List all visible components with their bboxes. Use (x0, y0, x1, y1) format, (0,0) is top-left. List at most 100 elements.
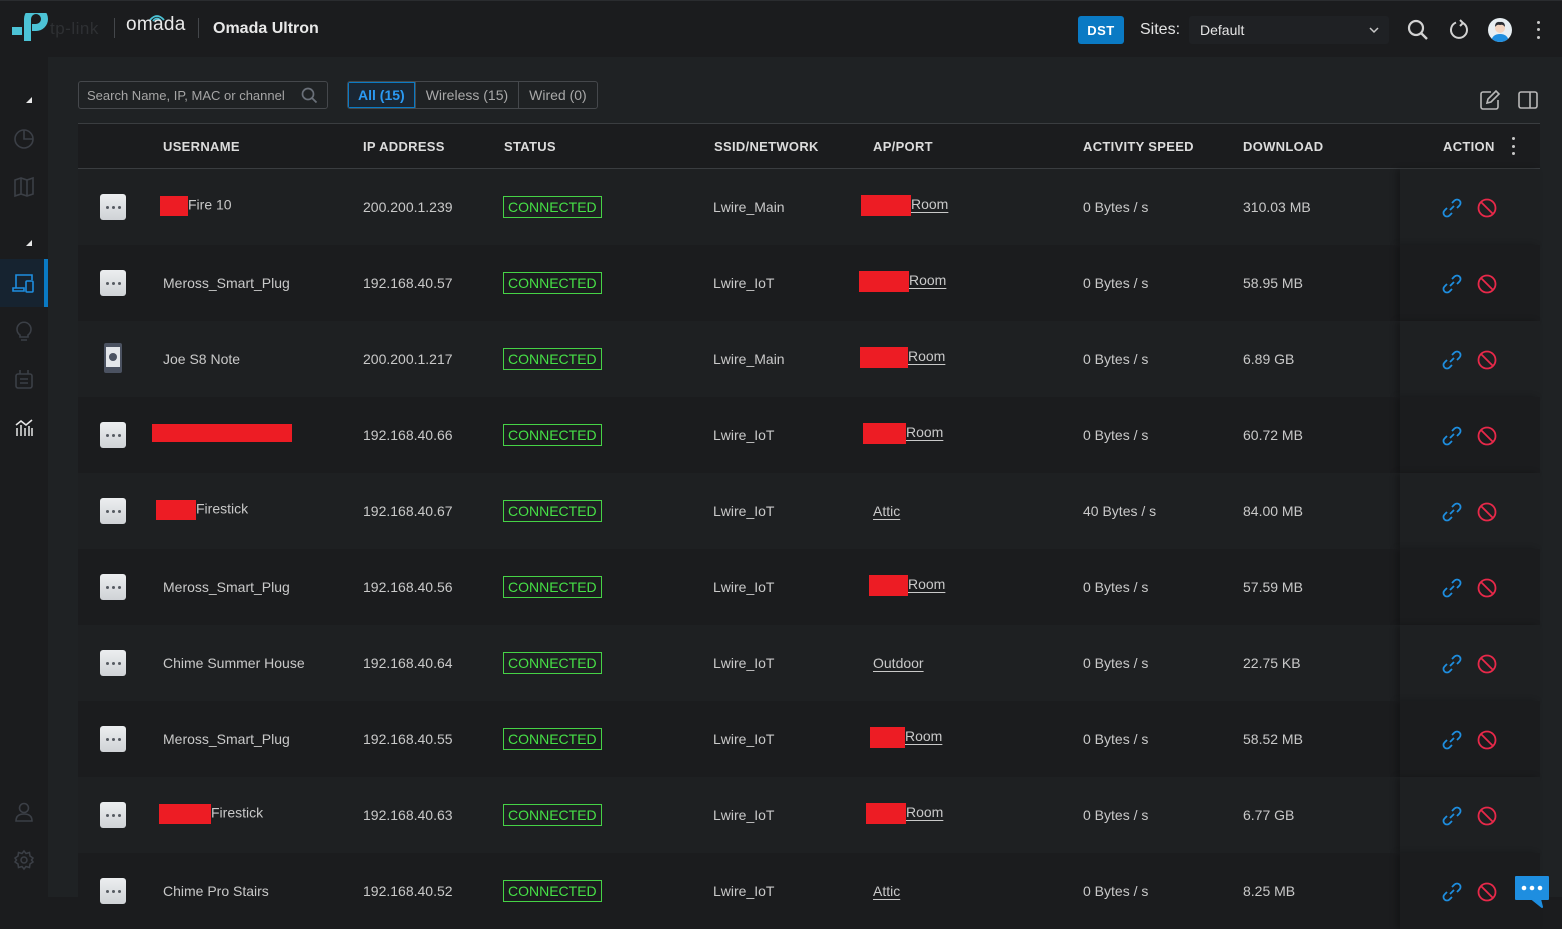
filter-wireless[interactable]: Wireless (15) (414, 82, 518, 108)
search-icon[interactable] (1406, 18, 1430, 42)
client-name[interactable]: Fire 10 (160, 196, 232, 216)
client-name[interactable]: Meross_Smart_Plug (163, 579, 290, 595)
col-status[interactable]: STATUS (504, 139, 556, 154)
link-icon[interactable] (1441, 425, 1463, 447)
sidebar-item-account[interactable] (0, 788, 48, 836)
link-icon[interactable] (1441, 577, 1463, 599)
ap-link[interactable]: Room (908, 348, 945, 364)
device-more-icon[interactable] (100, 574, 126, 600)
device-more-icon[interactable] (100, 270, 126, 296)
ap-link[interactable]: Room (906, 424, 943, 440)
client-name[interactable]: Chime Summer House (163, 655, 305, 671)
ap-link[interactable]: Outdoor (873, 655, 924, 671)
device-more-icon[interactable] (100, 650, 126, 676)
client-ap[interactable]: Room (860, 347, 945, 368)
collapse-caret-icon[interactable] (26, 97, 32, 103)
device-more-icon[interactable] (100, 802, 126, 828)
ap-link[interactable]: Room (905, 728, 942, 744)
link-icon[interactable] (1441, 729, 1463, 751)
link-icon[interactable] (1441, 197, 1463, 219)
sites-dropdown[interactable]: Default (1189, 16, 1389, 44)
table-row[interactable]: Firestick 192.168.40.67 CONNECTED Lwire_… (78, 473, 1540, 549)
link-icon[interactable] (1441, 273, 1463, 295)
block-icon[interactable] (1476, 729, 1498, 751)
client-name[interactable]: Joe S8 Note (163, 351, 240, 367)
device-more-icon[interactable] (100, 878, 126, 904)
client-name[interactable]: Firestick (156, 500, 248, 520)
client-ap[interactable]: Room (870, 727, 942, 748)
collapse-caret-icon[interactable] (26, 240, 32, 246)
client-name[interactable]: Meross_Smart_Plug (163, 731, 290, 747)
table-row[interactable]: Joe S8 Note 200.200.1.217 CONNECTED Lwir… (78, 321, 1540, 397)
ap-link[interactable]: Attic (873, 503, 900, 519)
link-icon[interactable] (1441, 501, 1463, 523)
table-row[interactable]: Firestick 192.168.40.63 CONNECTED Lwire_… (78, 777, 1540, 853)
table-row[interactable]: 192.168.40.66 CONNECTED Lwire_IoT Room 0… (78, 397, 1540, 473)
search-icon[interactable] (301, 87, 318, 104)
col-download[interactable]: DOWNLOAD (1243, 139, 1323, 154)
edit-columns-icon[interactable] (1479, 89, 1501, 111)
sidebar-item-map[interactable] (0, 163, 48, 211)
device-more-icon[interactable] (100, 726, 126, 752)
link-icon[interactable] (1441, 881, 1463, 903)
link-icon[interactable] (1441, 653, 1463, 675)
block-icon[interactable] (1476, 425, 1498, 447)
device-more-icon[interactable] (100, 422, 126, 448)
block-icon[interactable] (1476, 653, 1498, 675)
client-ap[interactable]: Room (863, 423, 943, 444)
device-more-icon[interactable] (100, 194, 126, 220)
client-ap[interactable]: Outdoor (873, 655, 924, 671)
search-box[interactable] (78, 81, 328, 109)
android-phone-icon[interactable] (104, 343, 122, 373)
client-ap[interactable]: Room (866, 803, 943, 824)
sidebar-item-clients[interactable] (0, 259, 48, 307)
table-row[interactable]: Meross_Smart_Plug 192.168.40.55 CONNECTE… (78, 701, 1540, 777)
column-options-icon[interactable] (1512, 137, 1516, 155)
table-row[interactable]: Chime Pro Stairs 192.168.40.52 CONNECTED… (78, 853, 1540, 929)
sidebar-item-dashboard[interactable] (0, 115, 48, 163)
filter-all[interactable]: All (15) (348, 82, 415, 108)
filter-wired[interactable]: Wired (0) (518, 82, 597, 108)
col-activity-speed[interactable]: ACTIVITY SPEED (1083, 139, 1194, 154)
more-menu-icon[interactable] (1530, 19, 1546, 41)
sidebar-item-insights[interactable] (0, 307, 48, 355)
client-name[interactable]: Meross_Smart_Plug (163, 275, 290, 291)
chat-support-icon[interactable] (1514, 875, 1550, 909)
sidebar-item-logs[interactable] (0, 355, 48, 403)
ap-link[interactable]: Room (911, 196, 948, 212)
block-icon[interactable] (1476, 577, 1498, 599)
search-input[interactable] (87, 87, 297, 103)
table-row[interactable]: Meross_Smart_Plug 192.168.40.57 CONNECTE… (78, 245, 1540, 321)
col-username[interactable]: USERNAME (163, 139, 240, 154)
col-ip-address[interactable]: IP ADDRESS (363, 139, 445, 154)
block-icon[interactable] (1476, 273, 1498, 295)
client-name[interactable]: Firestick (159, 804, 263, 824)
client-ap[interactable]: Attic (873, 503, 900, 519)
block-icon[interactable] (1476, 501, 1498, 523)
side-panel-icon[interactable] (1517, 89, 1539, 111)
client-ap[interactable]: Room (859, 271, 946, 292)
link-icon[interactable] (1441, 805, 1463, 827)
block-icon[interactable] (1476, 805, 1498, 827)
sidebar-item-settings[interactable] (0, 836, 48, 884)
table-row[interactable]: Fire 10 200.200.1.239 CONNECTED Lwire_Ma… (78, 169, 1540, 245)
block-icon[interactable] (1476, 349, 1498, 371)
block-icon[interactable] (1476, 881, 1498, 903)
ap-link[interactable]: Room (909, 272, 946, 288)
client-ap[interactable]: Room (869, 575, 945, 596)
sidebar-item-statistics[interactable] (0, 403, 48, 451)
block-icon[interactable] (1476, 197, 1498, 219)
link-icon[interactable] (1441, 349, 1463, 371)
table-row[interactable]: Chime Summer House 192.168.40.64 CONNECT… (78, 625, 1540, 701)
col-ssid[interactable]: SSID/NETWORK (714, 139, 819, 154)
device-more-icon[interactable] (100, 498, 126, 524)
client-ap[interactable]: Room (861, 195, 948, 216)
client-name[interactable] (152, 424, 292, 443)
refresh-icon[interactable] (1447, 18, 1471, 42)
table-row[interactable]: Meross_Smart_Plug 192.168.40.56 CONNECTE… (78, 549, 1540, 625)
avatar[interactable] (1488, 18, 1512, 42)
col-ap-port[interactable]: AP/PORT (873, 139, 933, 154)
ap-link[interactable]: Room (906, 804, 943, 820)
dst-badge[interactable]: DST (1078, 16, 1124, 44)
ap-link[interactable]: Room (908, 576, 945, 592)
